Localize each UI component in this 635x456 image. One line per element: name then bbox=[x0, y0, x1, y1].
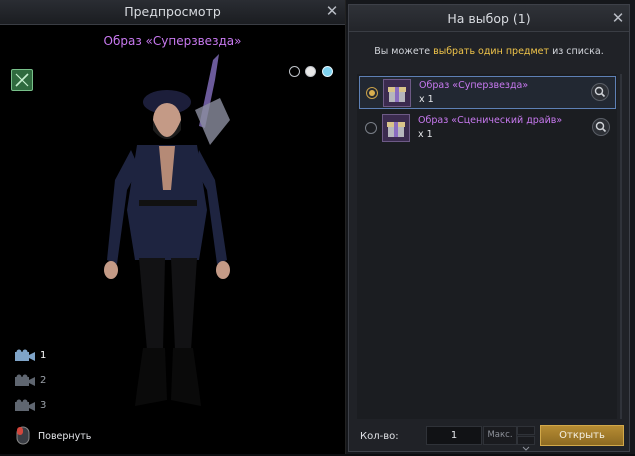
selection-info: Вы можете выбрать один предмет из списка… bbox=[349, 46, 629, 57]
scrollbar[interactable] bbox=[620, 74, 622, 419]
mouse-icon bbox=[16, 426, 30, 445]
quantity-input[interactable]: 1 bbox=[426, 426, 482, 445]
camera-icon bbox=[15, 374, 35, 386]
color-option-white[interactable] bbox=[305, 66, 316, 77]
info-highlight: выбрать один предмет bbox=[433, 46, 550, 57]
camera-label: 3 bbox=[40, 400, 47, 411]
selection-close-button[interactable]: ✕ bbox=[609, 9, 627, 27]
item-quantity: x 1 bbox=[418, 129, 433, 140]
hide-weapon-toggle-icon[interactable] bbox=[11, 69, 33, 91]
list-item-superstar[interactable]: Образ «Суперзвезда» x 1 bbox=[359, 76, 616, 109]
radio-unselected-icon[interactable] bbox=[365, 122, 377, 134]
selection-title: На выбор (1) bbox=[447, 11, 531, 26]
preview-titlebar: Предпросмотр ✕ bbox=[0, 0, 345, 25]
magnify-icon[interactable] bbox=[592, 118, 610, 136]
quantity-label: Кол-во: bbox=[360, 431, 399, 442]
camera-label: 2 bbox=[40, 375, 47, 386]
character-model[interactable] bbox=[95, 50, 265, 420]
list-item-stage-drive[interactable]: Образ «Сценический драйв» x 1 bbox=[359, 112, 616, 145]
quantity-up-button[interactable] bbox=[517, 426, 535, 441]
preview-title: Предпросмотр bbox=[124, 4, 221, 19]
costume-box-icon bbox=[382, 114, 410, 142]
rotate-hint: Повернуть bbox=[15, 425, 91, 445]
camera-icon bbox=[15, 399, 35, 411]
selection-titlebar: На выбор (1) ✕ bbox=[349, 5, 629, 32]
max-button[interactable]: Макс. bbox=[483, 426, 517, 445]
preview-close-button[interactable]: ✕ bbox=[323, 2, 341, 20]
camera-icon bbox=[15, 349, 35, 361]
costume-box-icon bbox=[383, 79, 411, 107]
item-name: Образ «Суперзвезда» bbox=[419, 80, 529, 91]
camera-label: 1 bbox=[40, 350, 47, 361]
open-button[interactable]: Открыть bbox=[540, 425, 624, 446]
chevron-down-icon bbox=[522, 446, 530, 451]
item-list: Образ «Суперзвезда» x 1 Образ «Сценическ… bbox=[357, 74, 622, 419]
quantity-down-button[interactable] bbox=[517, 436, 535, 451]
info-text-start: Вы можете bbox=[374, 46, 434, 57]
rotate-label: Повернуть bbox=[38, 431, 92, 442]
radio-selected-icon[interactable] bbox=[366, 87, 378, 99]
item-name: Образ «Сценический драйв» bbox=[418, 115, 563, 126]
info-text-end: из списка. bbox=[549, 46, 604, 57]
preview-item-title: Образ «Суперзвезда» bbox=[103, 34, 242, 48]
color-option-black[interactable] bbox=[289, 66, 300, 77]
selection-panel: На выбор (1) ✕ Вы можете выбрать один пр… bbox=[348, 4, 630, 452]
item-quantity: x 1 bbox=[419, 94, 434, 105]
magnify-icon[interactable] bbox=[591, 83, 609, 101]
color-option-blue[interactable] bbox=[322, 66, 333, 77]
preview-panel: Предпросмотр ✕ Образ «Суперзвезда» 1 2 3… bbox=[0, 0, 346, 454]
